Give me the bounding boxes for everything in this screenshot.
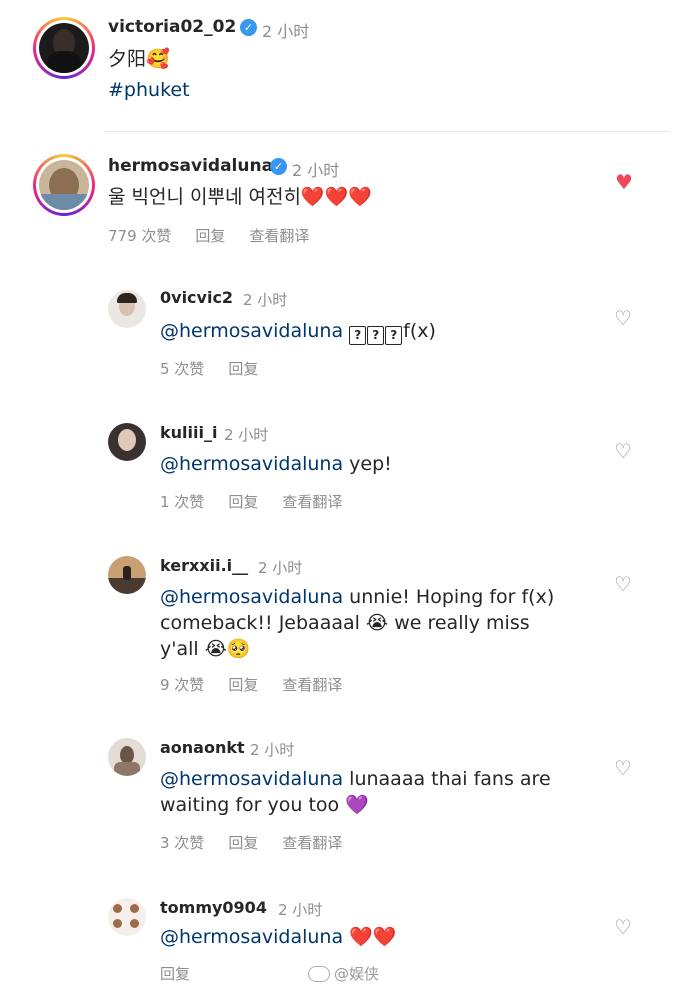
reply-body-line: lunaaaa thai fans are [349, 768, 551, 790]
reply-time: 2 小时 [243, 291, 288, 309]
reply-body-line: waiting for you too [160, 794, 340, 816]
comment-username[interactable]: hermosavidaluna [108, 156, 273, 176]
mention-link[interactable]: @hermosavidaluna [160, 926, 343, 948]
verified-badge-icon: ✓ [240, 19, 257, 36]
reply-text: @hermosavidaluna unnie! Hoping for f(x) … [160, 584, 590, 662]
watermark-text: @娱侠 [334, 965, 380, 983]
divider [105, 131, 670, 132]
reply-likes[interactable]: 3 次赞 [160, 834, 204, 852]
reply-body-line: unnie! Hoping for f(x) [349, 586, 555, 608]
reply-button[interactable]: 回复 [228, 360, 258, 378]
unknown-glyph-box: ? [367, 326, 385, 345]
reply-button[interactable]: 回复 [228, 493, 258, 511]
liked-heart-icon[interactable]: ♥ [615, 170, 633, 194]
reply-text: @hermosavidaluna ??? f(x) [160, 318, 436, 345]
reply-item: kerxxii.i__ 2 小时 @hermosavidaluna unnie!… [0, 546, 700, 706]
purple-heart-emoji: 💜 [345, 794, 369, 816]
reply-likes[interactable]: 1 次赞 [160, 493, 204, 511]
like-heart-icon[interactable]: ♡ [614, 572, 632, 596]
smiling-hearts-emoji: 🥰 [146, 48, 170, 70]
post-author-avatar[interactable] [33, 17, 95, 79]
reply-item: 0vicvic2 2 小时 @hermosavidaluna ??? f(x) 5… [0, 280, 700, 400]
like-heart-icon[interactable]: ♡ [614, 306, 632, 330]
unknown-glyph-box: ? [385, 326, 403, 345]
see-translation-button[interactable]: 查看翻译 [282, 676, 342, 694]
see-translation-button[interactable]: 查看翻译 [282, 493, 342, 511]
red-heart-emojis: ❤️❤️❤️ [300, 186, 372, 208]
watermark: @娱侠 [308, 963, 379, 984]
see-translation-button[interactable]: 查看翻译 [249, 227, 309, 245]
reply-text: @hermosavidaluna ❤️❤️ [160, 924, 397, 950]
reply-username[interactable]: 0vicvic2 [160, 288, 233, 307]
mention-link[interactable]: @hermosavidaluna [160, 320, 343, 342]
crying-emoji: 😭 [365, 612, 389, 634]
reply-body: f(x) [403, 320, 436, 342]
reply-button[interactable]: 回复 [228, 834, 258, 852]
like-heart-icon[interactable]: ♡ [614, 439, 632, 463]
reply-username[interactable]: kuliii_i [160, 423, 217, 442]
reply-username[interactable]: aonaonkt [160, 738, 245, 757]
post-caption-text: 夕阳 [108, 48, 147, 70]
reply-button[interactable]: 回复 [195, 227, 225, 245]
reply-item: kuliii_i 2 小时 @hermosavidaluna yep! 1 次赞… [0, 413, 700, 533]
reply-avatar[interactable] [108, 290, 146, 328]
comment-text: 울 빅언니 이뿌네 여전히❤️❤️❤️ [108, 184, 372, 210]
comment-item: hermosavidaluna ✓ 2 小时 울 빅언니 이뿌네 여전히❤️❤️… [0, 140, 700, 260]
reply-item: aonaonkt 2 小时 @hermosavidaluna lunaaaa t… [0, 730, 700, 870]
reply-text: @hermosavidaluna lunaaaa thai fans are w… [160, 766, 590, 818]
reply-time: 2 小时 [258, 559, 303, 577]
reply-avatar[interactable] [108, 898, 146, 936]
reply-username[interactable]: tommy0904 [160, 898, 267, 917]
reply-avatar[interactable] [108, 738, 146, 776]
weibo-logo-icon [308, 966, 330, 982]
like-heart-icon[interactable]: ♡ [614, 915, 632, 939]
mention-link[interactable]: @hermosavidaluna [160, 768, 343, 790]
see-translation-button[interactable]: 查看翻译 [282, 834, 342, 852]
post-hashtag[interactable]: #phuket [108, 77, 190, 103]
crying-pleading-emojis: 😭🥺 [204, 638, 251, 660]
mention-link[interactable]: @hermosavidaluna [160, 453, 343, 475]
post-caption: 夕阳🥰 [108, 46, 170, 72]
mention-link[interactable]: @hermosavidaluna [160, 586, 343, 608]
reply-likes[interactable]: 9 次赞 [160, 676, 204, 694]
comment-likes[interactable]: 779 次赞 [108, 227, 171, 245]
reply-text: @hermosavidaluna yep! [160, 451, 392, 477]
comment-body: 울 빅언니 이뿌네 여전히 [108, 186, 301, 208]
comment-meta: 779 次赞 回复 查看翻译 [108, 225, 333, 246]
reply-meta: 回复 [160, 963, 214, 984]
unknown-glyph-box: ? [349, 326, 367, 345]
reply-meta: 1 次赞 回复 查看翻译 [160, 491, 366, 512]
reply-time: 2 小时 [224, 426, 269, 444]
reply-body-line: we really miss [394, 612, 530, 634]
reply-button[interactable]: 回复 [160, 965, 190, 983]
reply-body-line: comeback!! Jebaaaal [160, 612, 360, 634]
reply-button[interactable]: 回复 [228, 676, 258, 694]
like-heart-icon[interactable]: ♡ [614, 756, 632, 780]
post-author-username[interactable]: victoria02_02 [108, 17, 236, 37]
verified-badge-icon: ✓ [270, 158, 287, 175]
reply-body-line: y'all [160, 638, 199, 660]
reply-time: 2 小时 [250, 741, 295, 759]
reply-username[interactable]: kerxxii.i__ [160, 556, 248, 575]
reply-meta: 3 次赞 回复 查看翻译 [160, 832, 366, 853]
red-heart-emojis: ❤️❤️ [349, 926, 397, 948]
post-header: victoria02_02 ✓ 2 小时 夕阳🥰 #phuket [0, 0, 700, 120]
reply-avatar[interactable] [108, 556, 146, 594]
reply-likes[interactable]: 5 次赞 [160, 360, 204, 378]
comment-time: 2 小时 [292, 161, 340, 180]
reply-meta: 9 次赞 回复 查看翻译 [160, 674, 366, 695]
reply-body: yep! [349, 453, 392, 475]
reply-avatar[interactable] [108, 423, 146, 461]
reply-time: 2 小时 [278, 901, 323, 919]
reply-meta: 5 次赞 回复 [160, 358, 282, 379]
comment-avatar[interactable] [33, 154, 95, 216]
post-time: 2 小时 [262, 22, 310, 41]
